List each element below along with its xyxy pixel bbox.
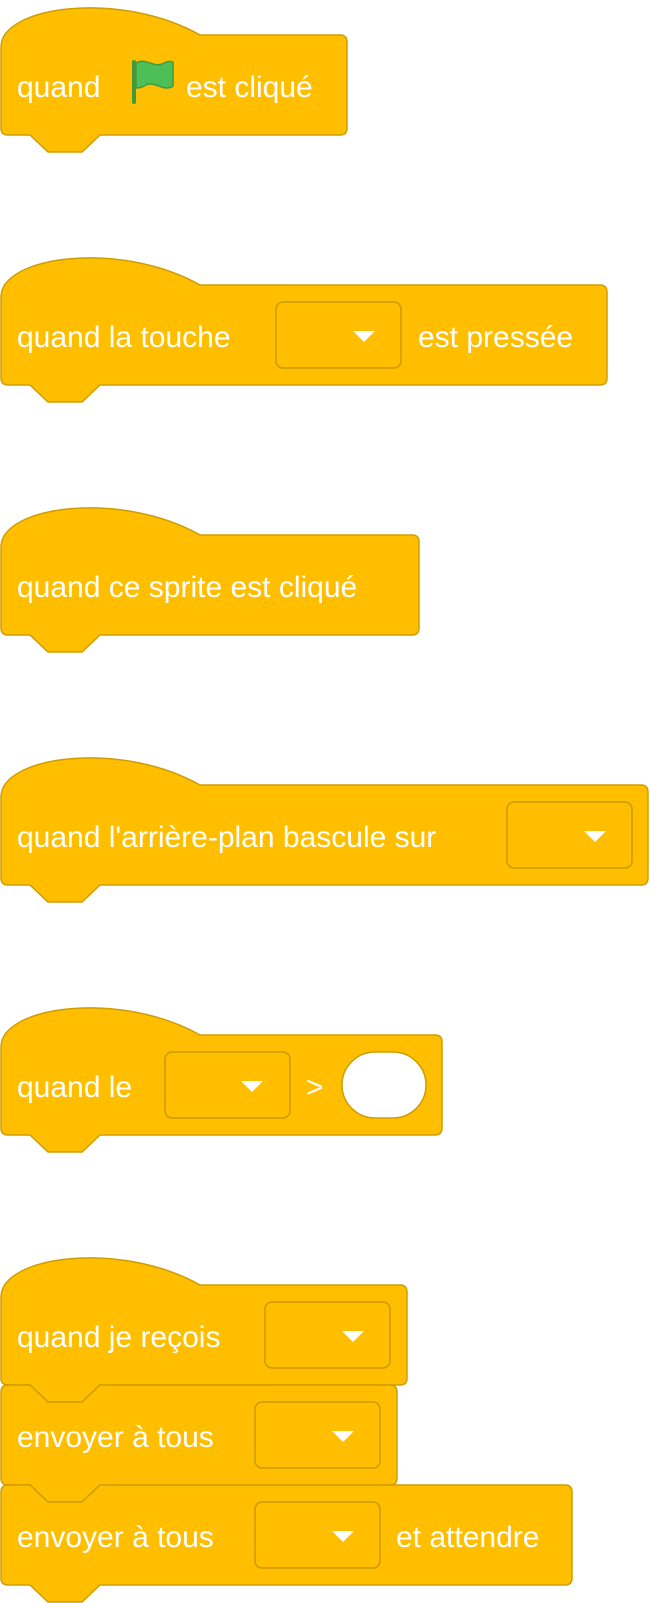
block-text-when: quand — [17, 71, 100, 104]
key-dropdown[interactable] — [275, 301, 402, 369]
when-backdrop-switches-block[interactable]: quand l'arrière-plan bascule sur — [0, 750, 650, 910]
block-label: quand ce sprite est cliqué — [17, 571, 357, 604]
when-greater-than-block[interactable]: quand le > — [0, 1000, 650, 1160]
block-label-prefix: envoyer à tous — [17, 1421, 214, 1454]
message-dropdown[interactable] — [254, 1501, 381, 1569]
when-sprite-clicked-block[interactable]: quand ce sprite est cliqué — [0, 500, 650, 660]
message-dropdown[interactable] — [264, 1301, 391, 1369]
block-text-clicked: est cliqué — [186, 71, 313, 104]
broadcast-and-wait-block[interactable]: envoyer à tous et attendre — [0, 1484, 650, 1603]
block-label-prefix: quand je reçois — [17, 1321, 220, 1354]
sensor-dropdown[interactable] — [164, 1051, 291, 1119]
block-label-prefix: quand l'arrière-plan bascule sur — [17, 821, 436, 854]
block-label-suffix: et attendre — [396, 1521, 539, 1554]
message-dropdown[interactable] — [254, 1401, 381, 1469]
when-flag-clicked-block[interactable]: quand est cliqué — [0, 0, 650, 160]
number-input[interactable] — [341, 1051, 427, 1119]
block-label-prefix: quand le — [17, 1071, 132, 1104]
when-key-pressed-block[interactable]: quand la touche est pressée — [0, 250, 650, 410]
block-label-prefix: envoyer à tous — [17, 1521, 214, 1554]
block-label-suffix: est pressée — [418, 321, 573, 354]
backdrop-dropdown[interactable] — [506, 801, 633, 869]
block-label-prefix: quand la touche — [17, 321, 231, 354]
operator-label: > — [306, 1071, 324, 1104]
